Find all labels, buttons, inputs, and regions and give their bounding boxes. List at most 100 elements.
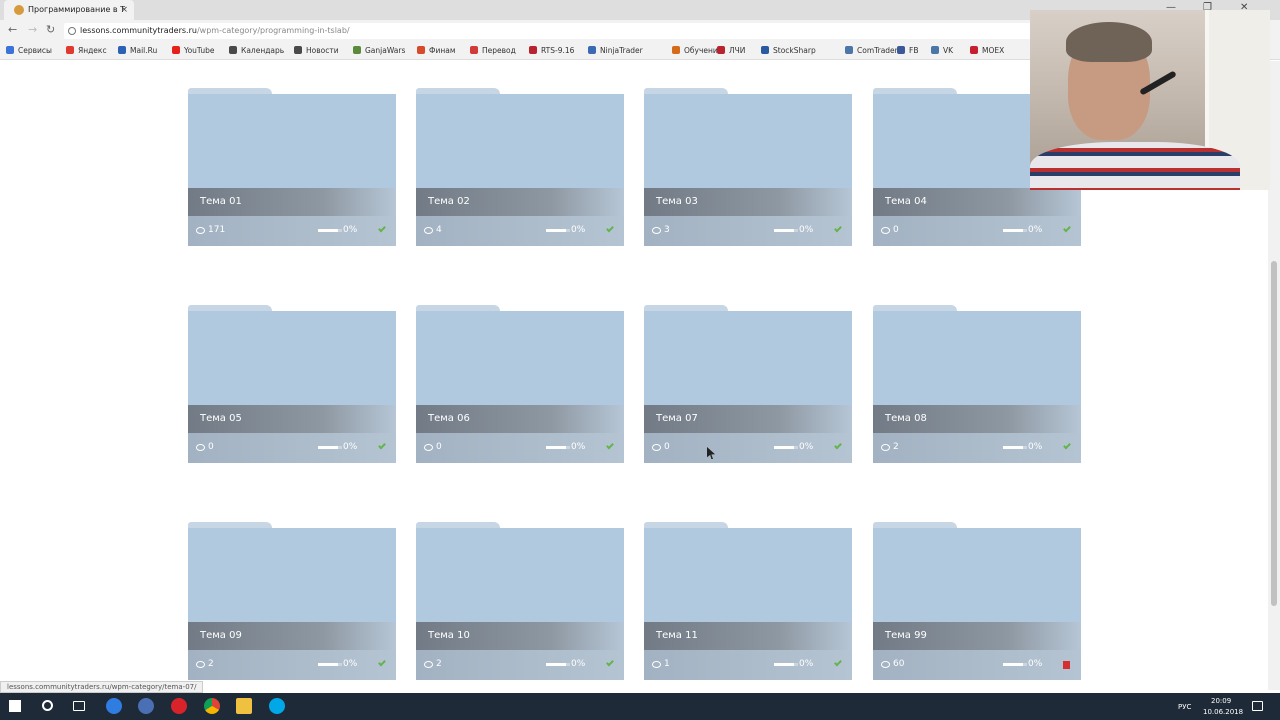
topic-card[interactable]: Тема 02 4 0% — [416, 88, 624, 246]
topic-stats: 0 0% — [188, 433, 396, 463]
bookmark-label: MOEX — [982, 46, 1005, 55]
progress-bar — [546, 229, 570, 232]
bookmark-favicon-icon — [672, 46, 680, 54]
bookmark-label: Яндекс — [78, 46, 107, 55]
progress-bar — [1003, 446, 1027, 449]
search-icon[interactable] — [42, 700, 53, 711]
bookmark-item[interactable]: GanjaWars — [353, 46, 405, 56]
bookmark-favicon-icon — [717, 46, 725, 54]
bookmark-item[interactable]: Финам — [417, 46, 456, 56]
topic-card[interactable]: Тема 08 2 0% — [873, 305, 1081, 463]
bookmark-favicon-icon — [118, 46, 126, 54]
bookmark-item[interactable]: MOEX — [970, 46, 1004, 56]
topic-title[interactable]: Тема 10 — [416, 622, 624, 650]
check-icon — [834, 224, 842, 233]
check-icon — [834, 441, 842, 450]
info-icon[interactable] — [68, 27, 76, 35]
tab-close-icon[interactable]: × — [120, 0, 128, 20]
progress-percent: 0% — [571, 225, 586, 235]
keyboard-language[interactable]: РУС — [1178, 703, 1191, 711]
bookmark-flag-icon[interactable] — [1063, 661, 1070, 669]
bookmark-item[interactable]: RTS-9.16 — [529, 46, 574, 56]
topic-title[interactable]: Тема 04 — [873, 188, 1081, 216]
yandex-browser-icon[interactable] — [171, 698, 187, 714]
bookmark-item[interactable]: FB — [897, 46, 918, 56]
topic-title[interactable]: Тема 03 — [644, 188, 852, 216]
bookmark-label: Новости — [306, 46, 339, 55]
bookmark-item[interactable]: NinjaTrader — [588, 46, 643, 56]
progress-percent: 0% — [343, 225, 358, 235]
eye-icon — [652, 661, 661, 668]
eye-icon — [424, 444, 433, 451]
topic-card[interactable]: Тема 10 2 0% — [416, 522, 624, 680]
bookmark-item[interactable]: ComTraders — [845, 46, 902, 56]
view-count: 0 — [208, 442, 214, 452]
bookmark-item[interactable]: Яндекс — [66, 46, 107, 56]
topic-title[interactable]: Тема 07 — [644, 405, 852, 433]
topic-title[interactable]: Тема 99 — [873, 622, 1081, 650]
topic-card[interactable]: Тема 07 0 0% — [644, 305, 852, 463]
topic-title[interactable]: Тема 06 — [416, 405, 624, 433]
task-view-icon[interactable] — [73, 701, 85, 711]
progress-bar — [546, 446, 570, 449]
progress-fill — [546, 446, 567, 449]
bookmark-label: RTS-9.16 — [541, 46, 575, 55]
scrollbar-thumb[interactable] — [1271, 261, 1277, 606]
bookmark-item[interactable]: Перевод — [470, 46, 516, 56]
progress-percent: 0% — [343, 442, 358, 452]
bookmark-item[interactable]: Обучение — [672, 46, 722, 56]
forward-icon[interactable]: → — [28, 23, 37, 36]
bookmark-item[interactable]: Mail.Ru — [118, 46, 157, 56]
bookmark-favicon-icon — [588, 46, 596, 54]
edge-browser-icon[interactable] — [106, 698, 122, 714]
bookmark-item[interactable]: ЛЧИ — [717, 46, 745, 56]
bookmark-item[interactable]: Календарь — [229, 46, 284, 56]
browser-tab[interactable]: Программирование в T × — [4, 0, 134, 20]
eye-icon — [652, 227, 661, 234]
bookmark-label: Сервисы — [18, 46, 52, 55]
notifications-icon[interactable] — [1252, 701, 1263, 711]
topic-card[interactable]: Тема 09 2 0% — [188, 522, 396, 680]
bookmark-item[interactable]: VK — [931, 46, 953, 56]
reload-icon[interactable]: ↻ — [46, 23, 55, 36]
check-icon — [606, 441, 614, 450]
clock-time[interactable]: 20:09 — [1211, 697, 1231, 705]
file-explorer-icon[interactable] — [236, 698, 252, 714]
bookmark-item[interactable]: YouTube — [172, 46, 215, 56]
bookmark-label: GanjaWars — [365, 46, 406, 55]
topic-title[interactable]: Тема 01 — [188, 188, 396, 216]
tab-title: Программирование в T — [28, 5, 126, 14]
bookmark-favicon-icon — [172, 46, 180, 54]
topic-stats: 4 0% — [416, 216, 624, 246]
topic-card[interactable]: Тема 05 0 0% — [188, 305, 396, 463]
topic-title[interactable]: Тема 08 — [873, 405, 1081, 433]
topic-title[interactable]: Тема 05 — [188, 405, 396, 433]
topic-card[interactable]: Тема 03 3 0% — [644, 88, 852, 246]
url-path: /wpm-category/programming-in-tslab/ — [196, 26, 350, 35]
topic-title[interactable]: Тема 02 — [416, 188, 624, 216]
topic-card[interactable]: Тема 01 171 0% — [188, 88, 396, 246]
skype-icon[interactable] — [269, 698, 285, 714]
windows-taskbar: РУС 20:09 10.06.2018 — [0, 693, 1280, 720]
topic-card[interactable]: Тема 11 1 0% — [644, 522, 852, 680]
bookmark-item[interactable]: StockSharp — [761, 46, 816, 56]
topic-title[interactable]: Тема 09 — [188, 622, 396, 650]
bookmark-item[interactable]: Сервисы — [6, 46, 52, 56]
topic-card[interactable]: Тема 06 0 0% — [416, 305, 624, 463]
progress-percent: 0% — [799, 659, 814, 669]
view-count: 60 — [893, 659, 905, 669]
bookmark-favicon-icon — [294, 46, 302, 54]
eye-icon — [881, 444, 890, 451]
chrome-icon[interactable] — [204, 698, 220, 714]
vpn-app-icon[interactable] — [138, 698, 154, 714]
bookmark-item[interactable]: Новости — [294, 46, 339, 56]
check-icon — [834, 658, 842, 667]
progress-bar — [318, 663, 342, 666]
topic-stats: 2 0% — [873, 433, 1081, 463]
clock-date[interactable]: 10.06.2018 — [1203, 708, 1243, 716]
bookmark-favicon-icon — [417, 46, 425, 54]
topic-title[interactable]: Тема 11 — [644, 622, 852, 650]
topic-card[interactable]: Тема 99 60 0% — [873, 522, 1081, 680]
back-icon[interactable]: ← — [8, 23, 17, 36]
start-windows-icon[interactable] — [9, 700, 21, 712]
